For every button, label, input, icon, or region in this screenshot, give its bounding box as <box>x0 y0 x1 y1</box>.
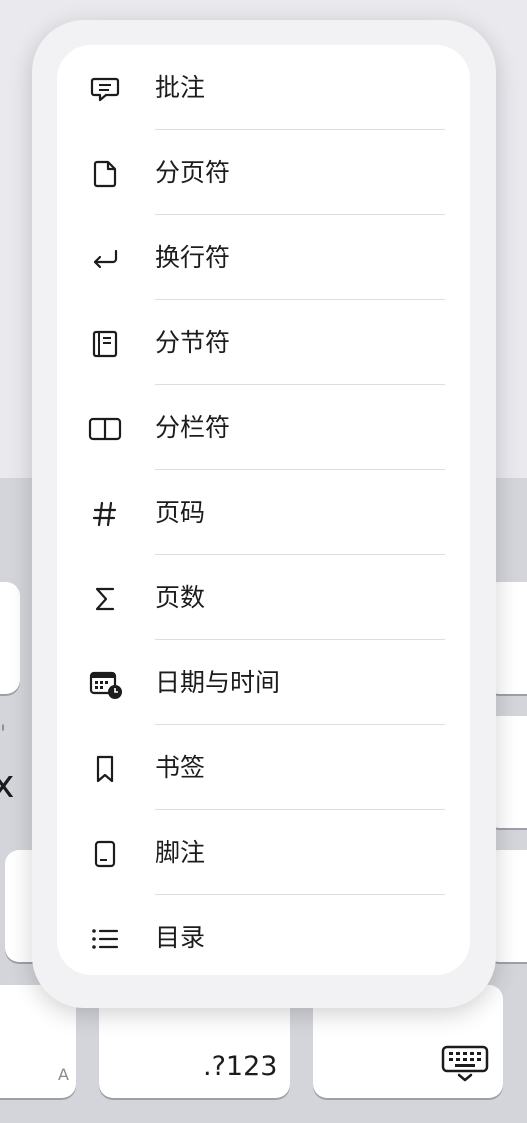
page-break-icon <box>87 156 123 192</box>
menu-item-label: 书签 <box>155 753 206 782</box>
comment-icon <box>87 71 123 107</box>
line-break-icon <box>87 241 123 277</box>
menu-item-label: 目录 <box>155 923 206 952</box>
column-break-icon <box>87 411 123 447</box>
list-icon <box>87 921 123 957</box>
footnote-icon <box>87 836 123 872</box>
menu-item-label: 批注 <box>155 73 206 102</box>
bookmark-icon <box>87 751 123 787</box>
calendar-clock-icon <box>87 666 123 702</box>
menu-item-label: 页数 <box>155 583 206 612</box>
menu-item-label: 页码 <box>155 498 206 527</box>
key-bottom-left-hint: A <box>58 1065 69 1084</box>
hash-icon <box>87 496 123 532</box>
key-x-letter: x <box>0 762 15 806</box>
key-apostrophe: ' <box>0 722 7 747</box>
menu-item-label: 换行符 <box>155 243 231 272</box>
menu-item-comment[interactable]: 批注 <box>57 45 470 130</box>
sigma-icon <box>87 581 123 617</box>
menu-item-page-count[interactable]: 页数 <box>57 555 470 640</box>
menu-item-label: 脚注 <box>155 838 206 867</box>
menu-item-toc[interactable]: 目录 <box>57 895 470 980</box>
numbers-key-label: .?123 <box>203 1051 278 1082</box>
menu-item-column-break[interactable]: 分栏符 <box>57 385 470 470</box>
key-left-row2[interactable] <box>0 582 20 694</box>
menu-item-label: 分节符 <box>155 328 231 357</box>
menu-item-date-time[interactable]: 日期与时间 <box>57 640 470 725</box>
menu-item-label: 日期与时间 <box>155 668 281 697</box>
menu-item-bookmark[interactable]: 书签 <box>57 725 470 810</box>
menu-item-label: 分栏符 <box>155 413 231 442</box>
menu-item-page-number[interactable]: 页码 <box>57 470 470 555</box>
menu-item-line-break[interactable]: 换行符 <box>57 215 470 300</box>
menu-item-section-break[interactable]: 分节符 <box>57 300 470 385</box>
section-break-icon <box>87 326 123 362</box>
menu-item-page-break[interactable]: 分页符 <box>57 130 470 215</box>
menu-item-label: 分页符 <box>155 158 231 187</box>
keyboard-dismiss-icon <box>441 1045 489 1087</box>
menu-item-footnote[interactable]: 脚注 <box>57 810 470 895</box>
